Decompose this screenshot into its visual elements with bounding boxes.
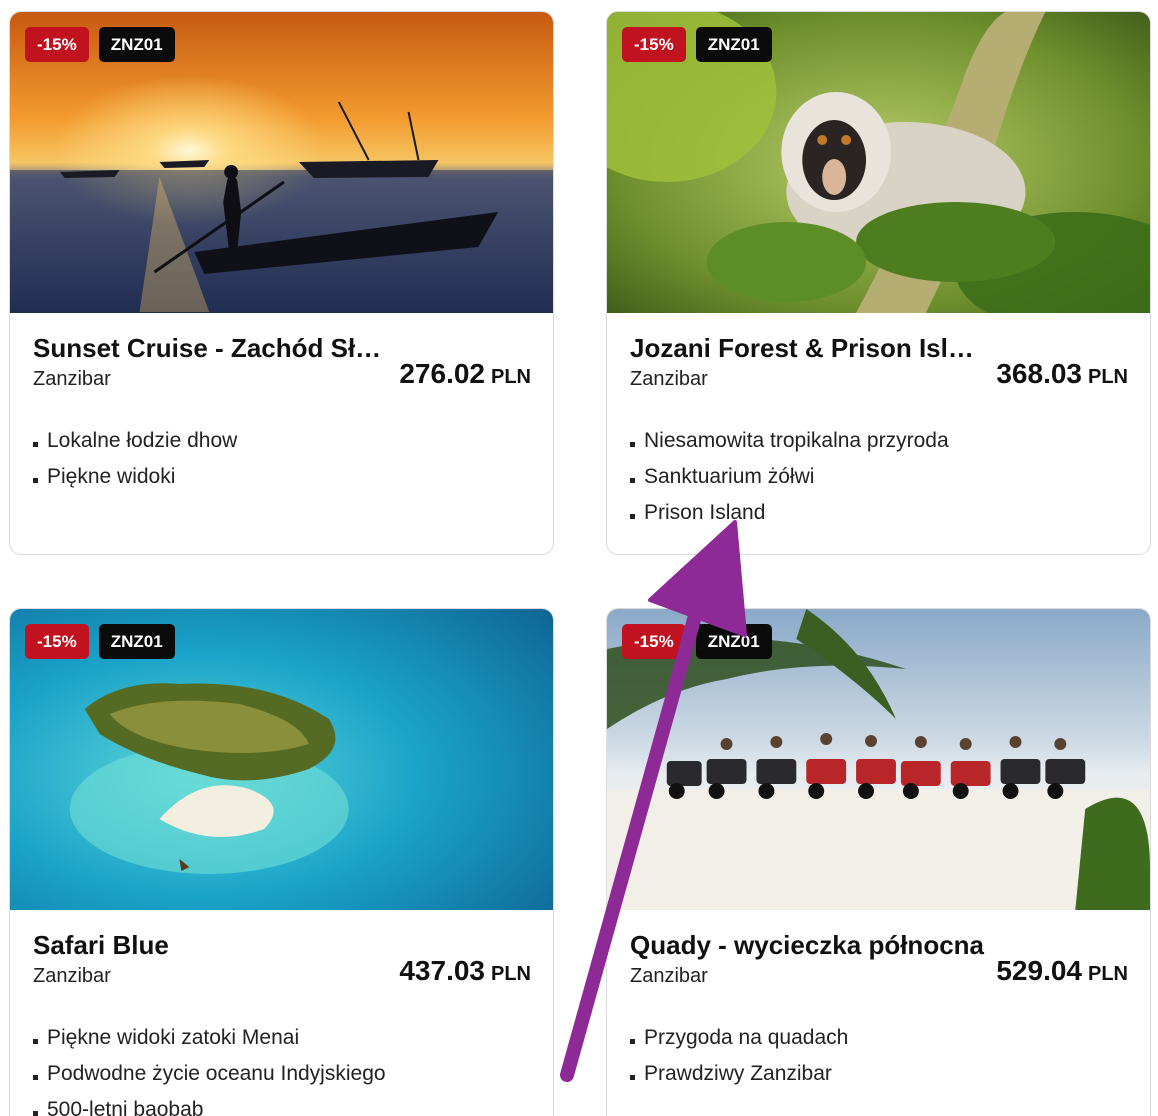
price-currency: PLN xyxy=(1088,366,1128,388)
tour-card[interactable]: -15% ZNZ01 Sunset Cruise - Zachód Słońca… xyxy=(9,11,554,555)
feature-list: Lokalne łodzie dhow Piękne widoki xyxy=(33,423,531,495)
bullet-icon xyxy=(33,1074,38,1080)
feature-item: 500-letni baobab xyxy=(33,1092,531,1116)
badge-group: -15% ZNZ01 xyxy=(25,27,175,62)
tour-title[interactable]: Jozani Forest & Prison Island xyxy=(630,331,985,365)
badge-group: -15% ZNZ01 xyxy=(25,624,175,659)
tour-title[interactable]: Safari Blue xyxy=(33,928,388,962)
bullet-icon xyxy=(630,1038,635,1044)
tour-photo-island[interactable]: -15% ZNZ01 xyxy=(10,609,553,910)
bullet-icon xyxy=(630,513,635,519)
card-body: Quady - wycieczka północna Zanzibar 529.… xyxy=(607,910,1150,1092)
tour-price: 529.04 PLN xyxy=(996,955,1128,987)
price-amount: 529.04 xyxy=(996,955,1082,986)
promo-code-badge: ZNZ01 xyxy=(98,624,175,659)
discount-badge: -15% xyxy=(622,624,686,659)
bullet-icon xyxy=(33,1038,38,1044)
price-currency: PLN xyxy=(1088,963,1128,985)
feature-item: Przygoda na quadach xyxy=(630,1020,1128,1056)
tour-price: 437.03 PLN xyxy=(399,955,531,987)
feature-item: Niesamowita tropikalna przyroda xyxy=(630,423,1128,459)
feature-list: Niesamowita tropikalna przyroda Sanktuar… xyxy=(630,423,1128,531)
price-amount: 368.03 xyxy=(996,358,1082,389)
promo-code-badge: ZNZ01 xyxy=(98,27,175,62)
price-currency: PLN xyxy=(491,963,531,985)
badge-group: -15% ZNZ01 xyxy=(622,27,772,62)
badge-group: -15% ZNZ01 xyxy=(622,624,772,659)
feature-item: Prison Island xyxy=(630,495,1128,531)
feature-list: Przygoda na quadach Prawdziwy Zanzibar xyxy=(630,1020,1128,1092)
card-body: Jozani Forest & Prison Island Zanzibar 3… xyxy=(607,313,1150,531)
promo-code-badge: ZNZ01 xyxy=(695,624,772,659)
tour-card[interactable]: -15% ZNZ01 Safari Blue Zanzibar 437.03 P… xyxy=(9,608,554,1116)
tour-title[interactable]: Sunset Cruise - Zachód Słońca xyxy=(33,331,388,365)
card-body: Safari Blue Zanzibar 437.03 PLN Piękne w… xyxy=(10,910,553,1116)
tour-photo-quads[interactable]: -15% ZNZ01 xyxy=(607,609,1150,910)
promo-code-badge: ZNZ01 xyxy=(695,27,772,62)
feature-item: Sanktuarium żółwi xyxy=(630,459,1128,495)
bullet-icon xyxy=(33,477,38,483)
tour-price: 276.02 PLN xyxy=(399,358,531,390)
price-currency: PLN xyxy=(491,366,531,388)
feature-item: Podwodne życie oceanu Indyjskiego xyxy=(33,1056,531,1092)
bullet-icon xyxy=(630,477,635,483)
tour-card[interactable]: -15% ZNZ01 Jozani Forest & Prison Island… xyxy=(606,11,1151,555)
discount-badge: -15% xyxy=(622,27,686,62)
feature-item: Lokalne łodzie dhow xyxy=(33,423,531,459)
feature-item: Piękne widoki xyxy=(33,459,531,495)
bullet-icon xyxy=(630,1074,635,1080)
tour-title[interactable]: Quady - wycieczka północna xyxy=(630,928,985,962)
tour-photo-monkey[interactable]: -15% ZNZ01 xyxy=(607,12,1150,313)
feature-item: Piękne widoki zatoki Menai xyxy=(33,1020,531,1056)
bullet-icon xyxy=(33,1110,38,1116)
tour-grid: -15% ZNZ01 Sunset Cruise - Zachód Słońca… xyxy=(0,0,1158,1116)
tour-photo-sunset[interactable]: -15% ZNZ01 xyxy=(10,12,553,313)
discount-badge: -15% xyxy=(25,624,89,659)
bullet-icon xyxy=(630,441,635,447)
tour-price: 368.03 PLN xyxy=(996,358,1128,390)
card-body: Sunset Cruise - Zachód Słońca Zanzibar 2… xyxy=(10,313,553,495)
feature-item: Prawdziwy Zanzibar xyxy=(630,1056,1128,1092)
bullet-icon xyxy=(33,441,38,447)
price-amount: 437.03 xyxy=(399,955,485,986)
discount-badge: -15% xyxy=(25,27,89,62)
price-amount: 276.02 xyxy=(399,358,485,389)
tour-card[interactable]: -15% ZNZ01 Quady - wycieczka północna Za… xyxy=(606,608,1151,1116)
feature-list: Piękne widoki zatoki Menai Podwodne życi… xyxy=(33,1020,531,1116)
